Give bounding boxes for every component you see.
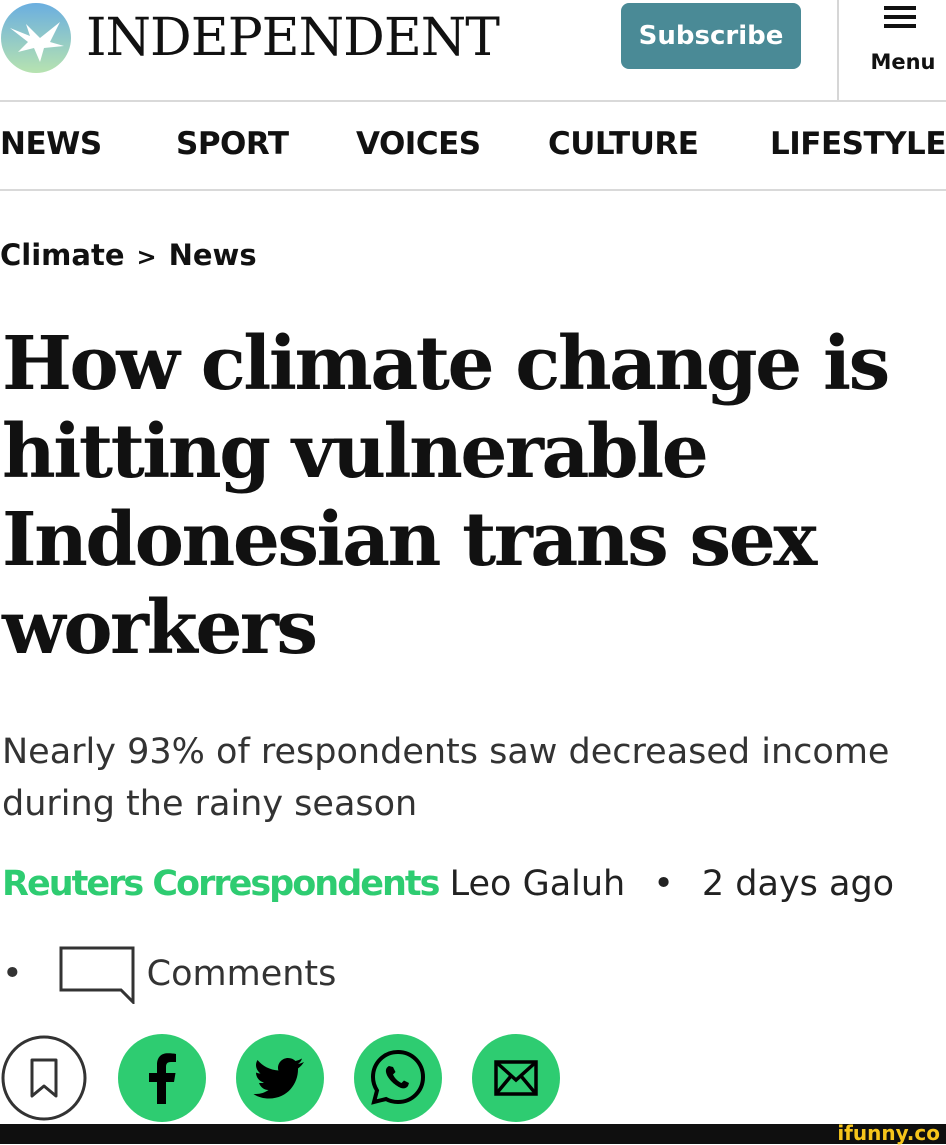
facebook-icon[interactable] [118, 1034, 206, 1122]
byline-separator: • [653, 864, 674, 904]
breadcrumb-news[interactable]: News [169, 238, 257, 272]
whatsapp-icon[interactable] [354, 1034, 442, 1122]
nav-item-news[interactable]: NEWS [0, 126, 102, 162]
breadcrumb-separator: > [136, 243, 157, 271]
breadcrumb: Climate > News [0, 238, 257, 272]
twitter-icon[interactable] [236, 1034, 324, 1122]
nav-item-sport[interactable]: SPORT [176, 126, 289, 162]
article-headline: How climate change is hitting vulnerable… [2, 321, 890, 671]
comments-separator: • [2, 954, 23, 994]
bookmark-icon[interactable] [0, 1034, 88, 1122]
comments-row: • Comments [2, 944, 336, 1004]
nav-divider-line [0, 189, 946, 191]
article-timestamp: 2 days ago [701, 864, 895, 904]
header-divider-line [0, 100, 946, 102]
nav-item-lifestyle[interactable]: LIFESTYLE [770, 126, 946, 162]
nav-item-culture[interactable]: CULTURE [548, 126, 699, 162]
byline-author[interactable]: Leo Galuh [450, 864, 626, 904]
comment-bubble-icon[interactable] [57, 944, 137, 1004]
bottom-bar [0, 1124, 946, 1144]
site-logo-text[interactable]: INDEPENDENT [86, 6, 500, 70]
subscribe-button[interactable]: Subscribe [621, 3, 801, 69]
nav-item-voices[interactable]: VOICES [356, 126, 481, 162]
email-icon[interactable] [472, 1034, 560, 1122]
hamburger-menu-icon[interactable] [884, 4, 916, 30]
byline-organization[interactable]: Reuters Correspondents [2, 864, 440, 904]
menu-label[interactable]: Menu [860, 50, 946, 74]
article-byline: Reuters Correspondents Leo Galuh • 2 days … [2, 864, 894, 904]
header-divider [837, 0, 839, 100]
article-standfirst: Nearly 93% of respondents saw decreased … [2, 732, 890, 824]
breadcrumb-climate[interactable]: Climate [0, 238, 124, 272]
eagle-logo-icon[interactable] [0, 2, 72, 74]
watermark-logo: ifunny.co [837, 1121, 940, 1145]
comments-link[interactable]: Comments [147, 954, 337, 994]
